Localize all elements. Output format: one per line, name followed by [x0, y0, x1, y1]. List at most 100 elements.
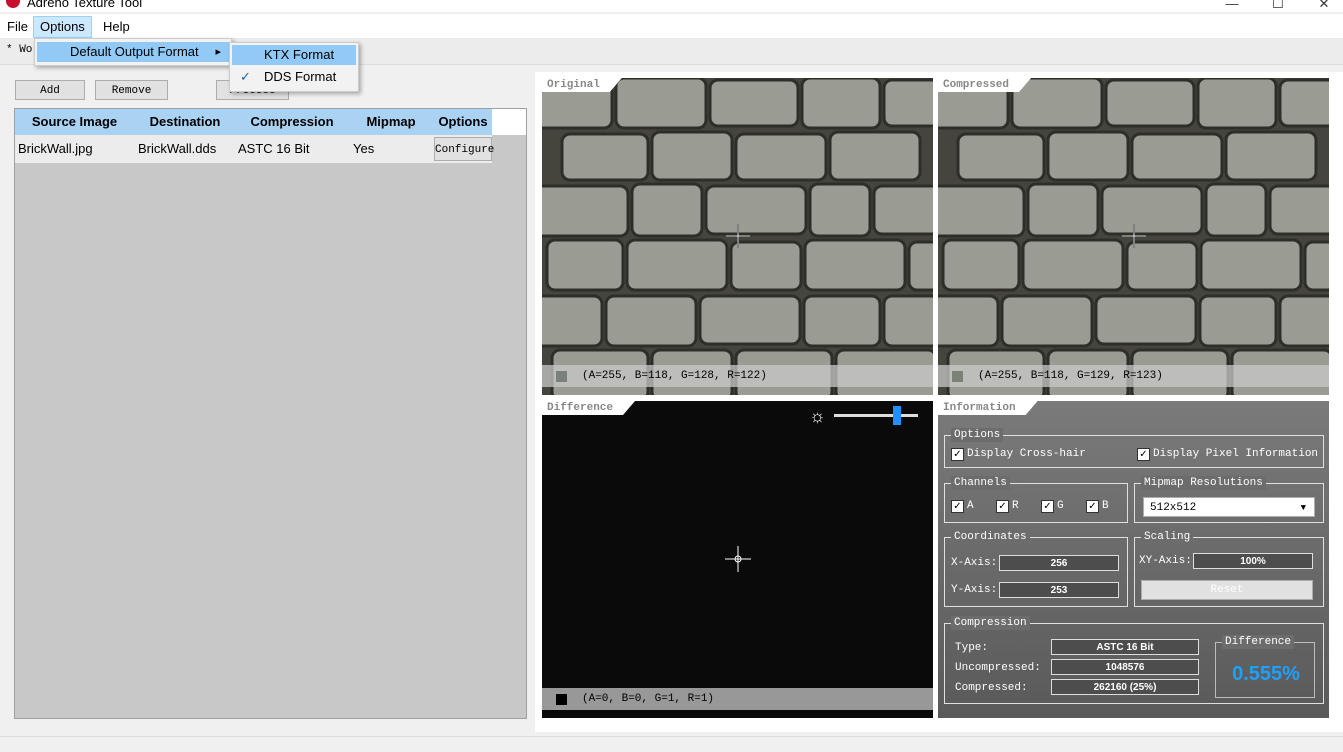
default-output-format-label: Default Output Format	[70, 44, 199, 59]
x-axis-value: 256	[999, 555, 1119, 571]
information-label: Information	[938, 401, 1038, 415]
mipmap-group-title: Mipmap Resolutions	[1141, 476, 1266, 490]
ktx-format-item[interactable]: KTX Format	[232, 45, 356, 65]
compressed-label: Compressed	[938, 78, 1031, 92]
y-axis-value: 253	[999, 582, 1119, 598]
options-group-title: Options	[951, 428, 1004, 442]
submenu-arrow-icon: ▸	[215, 46, 221, 58]
compression-group: Compression Type: ASTC 16 Bit Uncompress…	[944, 616, 1324, 704]
chevron-down-icon: ▼	[1300, 503, 1306, 513]
scaling-group-title: Scaling	[1141, 530, 1194, 544]
options-group: Options ✓ Display Cross-hair ✓ Display P…	[944, 428, 1324, 468]
channel-r-label: R	[1012, 500, 1019, 512]
channels-group-title: Channels	[951, 476, 1010, 490]
coordinates-group-title: Coordinates	[951, 530, 1030, 544]
mipmap-selected-value: 512x512	[1150, 502, 1197, 514]
xy-axis-label: XY-Axis:	[1139, 555, 1192, 567]
difference-percentage: 0.555%	[1232, 663, 1300, 685]
menu-file[interactable]: File	[1, 16, 34, 38]
uncompressed-label: Uncompressed:	[955, 662, 1041, 674]
header-compression[interactable]: Compression	[236, 109, 348, 135]
maximize-button[interactable]: ☐	[1268, 0, 1288, 12]
y-axis-label: Y-Axis:	[951, 584, 998, 596]
menu-options[interactable]: Options	[33, 16, 92, 38]
compressed-size-label: Compressed:	[955, 682, 1028, 694]
compression-group-title: Compression	[951, 616, 1030, 630]
header-options[interactable]: Options	[434, 109, 492, 135]
add-button[interactable]: Add	[15, 80, 85, 100]
checkmark-icon: ✓	[240, 69, 251, 84]
difference-pane[interactable]: Difference ☼ (A=0, B=0, G=1, R=1)	[542, 401, 933, 718]
compressed-pixel-info: (A=255, B=118, G=129, R=123)	[938, 365, 1329, 387]
app-logo-icon	[6, 0, 20, 8]
crosshair-icon	[725, 546, 751, 572]
brightness-slider[interactable]	[834, 414, 918, 417]
dds-format-label: DDS Format	[264, 69, 337, 84]
default-output-format-item[interactable]: Default Output Format ▸	[37, 42, 229, 62]
cell-source-image: BrickWall.jpg	[18, 141, 93, 156]
cell-compression: ASTC 16 Bit	[238, 141, 310, 156]
header-source-image[interactable]: Source Image	[15, 109, 134, 135]
original-pixel-values: (A=255, B=118, G=128, R=122)	[582, 370, 767, 382]
ktx-format-label: KTX Format	[264, 47, 335, 62]
difference-pixel-values: (A=0, B=0, G=1, R=1)	[582, 693, 715, 705]
original-pane[interactable]: Original (A=255, B=118, G=128, R=122)	[542, 78, 933, 395]
original-pixel-info: (A=255, B=118, G=128, R=122)	[542, 365, 933, 387]
difference-group-title: Difference	[1222, 635, 1295, 649]
cell-mipmap: Yes	[353, 141, 375, 156]
xy-axis-value: 100%	[1193, 553, 1313, 569]
difference-pixel-info: (A=0, B=0, G=1, R=1)	[542, 688, 933, 710]
channel-b-checkbox[interactable]: ✓	[1086, 500, 1099, 513]
channel-a-label: A	[967, 500, 974, 512]
difference-color-swatch	[556, 694, 567, 705]
coordinates-group: Coordinates X-Axis: 256 Y-Axis: 253	[944, 530, 1128, 607]
remove-button[interactable]: Remove	[95, 80, 168, 100]
compressed-size-value: 262160 (25%)	[1051, 679, 1199, 695]
original-color-swatch	[556, 371, 567, 382]
cell-destination: BrickWall.dds	[138, 141, 217, 156]
table-row[interactable]: BrickWall.jpg BrickWall.dds ASTC 16 Bit …	[15, 135, 494, 163]
image-viewer: Original (A=255, B=118, G=128, R=122) Co…	[535, 72, 1343, 732]
crosshair-checkbox[interactable]: ✓	[951, 448, 964, 461]
title-bar: Adreno Texture Tool — ☐ ✕	[0, 0, 1343, 12]
close-button[interactable]: ✕	[1314, 0, 1334, 12]
channel-g-checkbox[interactable]: ✓	[1041, 500, 1054, 513]
type-value: ASTC 16 Bit	[1051, 639, 1199, 655]
type-label: Type:	[955, 642, 989, 654]
information-pane: Information Options ✓ Display Cross-hair…	[938, 401, 1329, 718]
original-label: Original	[542, 78, 622, 92]
workspace-tab[interactable]: * Wo	[6, 44, 32, 56]
compressed-color-swatch	[952, 371, 963, 382]
difference-label: Difference	[542, 401, 635, 415]
uncompressed-value: 1048576	[1051, 659, 1199, 675]
compressed-pixel-values: (A=255, B=118, G=129, R=123)	[978, 370, 1163, 382]
reset-button[interactable]: Reset	[1141, 580, 1313, 600]
options-dropdown: Default Output Format ▸	[34, 38, 232, 66]
table-header: Source Image Destination Compression Mip…	[15, 109, 526, 135]
dds-format-item[interactable]: ✓ DDS Format	[232, 67, 356, 87]
channels-group: Channels ✓ A ✓ R ✓ G ✓ B	[944, 476, 1128, 523]
channel-a-checkbox[interactable]: ✓	[951, 500, 964, 513]
header-mipmap[interactable]: Mipmap	[348, 109, 434, 135]
minimize-button[interactable]: —	[1222, 0, 1242, 11]
sun-icon: ☼	[809, 406, 826, 426]
header-destination[interactable]: Destination	[134, 109, 236, 135]
crosshair-label: Display Cross-hair	[967, 448, 1086, 460]
mipmap-group: Mipmap Resolutions 512x512 ▼	[1134, 476, 1324, 523]
menu-help[interactable]: Help	[97, 16, 136, 38]
original-brick-image	[542, 78, 933, 395]
channel-g-label: G	[1057, 500, 1064, 512]
mipmap-select[interactable]: 512x512 ▼	[1143, 497, 1315, 517]
texture-list: Source Image Destination Compression Mip…	[14, 108, 527, 719]
format-submenu: KTX Format ✓ DDS Format	[229, 42, 359, 92]
channel-r-checkbox[interactable]: ✓	[996, 500, 1009, 513]
configure-button[interactable]: Configure	[434, 137, 494, 161]
channel-b-label: B	[1102, 500, 1109, 512]
difference-group: Difference 0.555%	[1215, 635, 1315, 698]
brightness-slider-thumb[interactable]	[892, 406, 901, 425]
window-title: Adreno Texture Tool	[27, 0, 143, 10]
x-axis-label: X-Axis:	[951, 557, 998, 569]
compressed-pane[interactable]: Compressed (A=255, B=118, G=129, R=123)	[938, 78, 1329, 395]
pixel-info-checkbox[interactable]: ✓	[1137, 448, 1150, 461]
status-bar	[0, 736, 1343, 752]
